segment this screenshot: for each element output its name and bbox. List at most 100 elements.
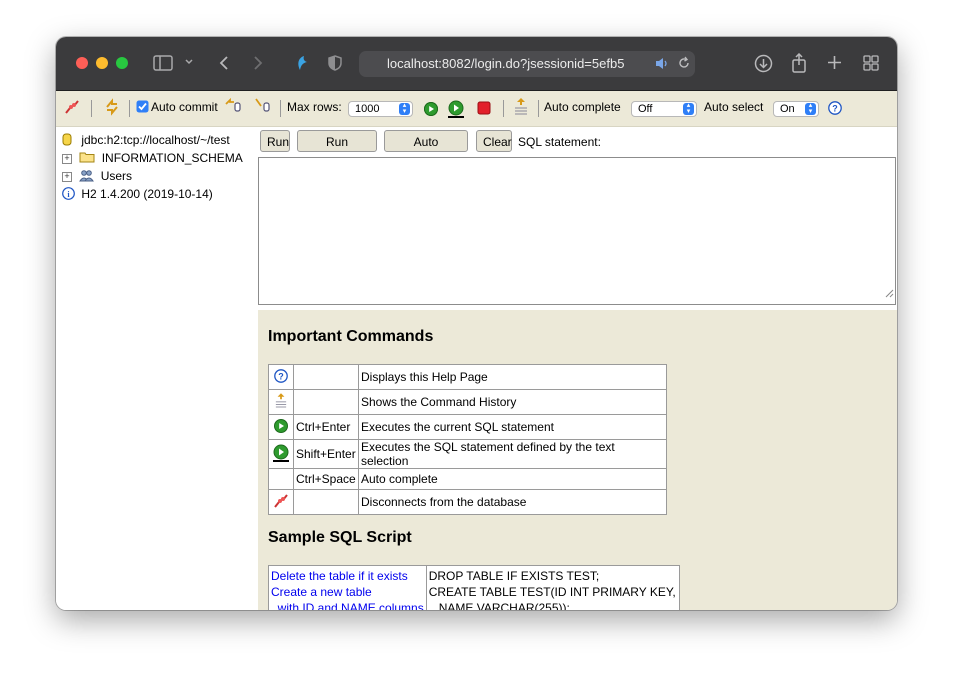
version-label: H2 1.4.200 (2019-10-14) [81, 187, 213, 201]
auto-commit-label[interactable]: Auto commit [151, 100, 218, 114]
url-text[interactable]: localhost:8082/login.do?jsessionid=5efb5 [387, 56, 642, 71]
description-cell: Displays this Help Page [358, 364, 667, 390]
sidebar-toggle-icon[interactable] [153, 55, 173, 75]
connection-label[interactable]: jdbc:h2:tcp://localhost/~/test [81, 133, 229, 147]
toolbar-separator [538, 100, 539, 117]
select-arrows-icon: ▴ ▾ [399, 102, 410, 115]
zoom-window-button[interactable] [116, 57, 128, 69]
tree-version: i H2 1.4.200 (2019-10-14) [62, 187, 213, 201]
minimize-window-button[interactable] [96, 57, 108, 69]
shortcut-cell: Shift+Enter [293, 439, 359, 469]
forward-icon[interactable] [252, 55, 264, 75]
sql-statement-label: SQL statement: [518, 135, 601, 149]
select-arrows-icon: ▴ ▾ [805, 102, 816, 115]
empty-icon-cell [268, 468, 294, 490]
rollback-icon[interactable] [254, 97, 272, 116]
auto-complete-value[interactable]: Off [638, 103, 652, 115]
tree-item-label[interactable]: Users [101, 169, 132, 183]
toolbar-separator [280, 100, 281, 117]
folder-icon [79, 151, 98, 165]
svg-text:?: ? [832, 104, 838, 114]
sample-sql-line: NAME VARCHAR(255)); [428, 601, 570, 610]
tree-item-label[interactable]: INFORMATION_SCHEMA [102, 151, 243, 165]
users-icon [79, 169, 97, 183]
max-rows-select[interactable]: 1000 ▴ ▾ [348, 101, 413, 117]
shortcut-cell [293, 489, 359, 515]
sample-link[interactable]: Create a new table [271, 585, 372, 599]
resize-handle-icon[interactable] [885, 285, 894, 303]
shortcut-cell [293, 389, 359, 415]
auto-complete-button[interactable]: Auto complete [384, 130, 468, 169]
tree-item-information-schema[interactable]: + INFORMATION_SCHEMA [62, 151, 243, 165]
help-icon: ? [268, 364, 294, 390]
select-arrows-icon: ▴ ▾ [683, 102, 694, 115]
expand-icon[interactable]: + [62, 171, 72, 182]
expand-icon[interactable]: + [62, 153, 72, 164]
max-rows-label: Max rows: [287, 100, 342, 114]
address-bar[interactable]: localhost:8082/login.do?jsessionid=5efb5 [359, 51, 695, 77]
chevron-down-icon[interactable] [184, 57, 194, 73]
help-icon[interactable]: ? [828, 101, 842, 118]
new-tab-icon[interactable] [827, 55, 842, 74]
sample-sql-cell: DROP TABLE IF EXISTS TEST; CREATE TABLE … [425, 565, 680, 610]
help-panel: Important Commands ? Displays this Help … [258, 310, 897, 610]
reload-icon[interactable] [677, 56, 691, 74]
info-icon: i [62, 187, 78, 201]
history-icon [268, 389, 294, 415]
toolbar-separator [129, 100, 130, 117]
table-row: Ctrl+Enter Executes the current SQL stat… [268, 414, 667, 440]
svg-text:?: ? [278, 371, 284, 381]
run-button[interactable]: Run [260, 130, 290, 152]
auto-complete-label: Auto complete [544, 100, 621, 114]
disconnect-icon [268, 489, 294, 515]
database-icon [62, 133, 75, 147]
auto-select-value[interactable]: On [780, 103, 795, 115]
run-selected-icon [268, 439, 294, 469]
shortcut-cell: Ctrl+Space [293, 468, 359, 490]
auto-select-select[interactable]: On ▴ ▾ [773, 101, 819, 117]
disconnect-icon[interactable] [64, 99, 80, 118]
tree-connection[interactable]: jdbc:h2:tcp://localhost/~/test [62, 133, 230, 147]
description-cell: Executes the current SQL statement [358, 414, 667, 440]
auto-complete-select[interactable]: Off ▴ ▾ [631, 101, 697, 117]
tree-item-users[interactable]: + Users [62, 169, 132, 183]
browser-window: localhost:8082/login.do?jsessionid=5efb5 [56, 37, 897, 610]
sql-editor[interactable] [258, 157, 896, 305]
auto-select-label: Auto select [704, 100, 764, 114]
commit-icon[interactable] [224, 97, 242, 116]
tab-overview-icon[interactable] [863, 55, 879, 75]
run-selected-button[interactable]: Run Selected [297, 130, 377, 169]
important-commands-heading: Important Commands [268, 328, 434, 345]
run-icon[interactable] [424, 102, 438, 116]
close-window-button[interactable] [76, 57, 88, 69]
shortcut-cell [293, 364, 359, 390]
back-icon[interactable] [218, 55, 230, 75]
stop-icon[interactable] [477, 101, 491, 118]
description-cell: Shows the Command History [358, 389, 667, 415]
table-row: ? Displays this Help Page [268, 364, 667, 390]
description-cell: Executes the SQL statement defined by th… [358, 439, 667, 469]
clear-button[interactable]: Clear [476, 130, 512, 152]
schema-tree: jdbc:h2:tcp://localhost/~/test + INFORMA… [56, 127, 256, 610]
run-selected-icon[interactable] [448, 100, 464, 121]
auto-commit-checkbox[interactable] [136, 100, 149, 116]
sample-links-cell: Delete the table if it exists Create a n… [268, 565, 427, 610]
privacy-shield-icon[interactable] [328, 55, 342, 75]
refresh-icon[interactable] [104, 98, 120, 119]
shortcut-cell: Ctrl+Enter [293, 414, 359, 440]
sample-link[interactable]: Delete the table if it exists [271, 569, 408, 583]
h2-toolbar: Auto commit Max rows: 1000 ▴ ▾ Auto compl… [56, 91, 897, 127]
max-rows-value[interactable]: 1000 [355, 103, 379, 115]
share-icon[interactable] [791, 52, 807, 77]
sql-button-bar: Run Run Selected Auto complete Clear SQL… [258, 127, 897, 169]
sample-sql-line: DROP TABLE IF EXISTS TEST; [428, 569, 600, 583]
table-row: Shift+Enter Executes the SQL statement d… [268, 439, 667, 469]
commands-table: ? Displays this Help Page Shows the Comm… [268, 364, 667, 515]
sample-sql-heading: Sample SQL Script [268, 529, 412, 546]
speaker-icon[interactable] [655, 57, 669, 75]
sample-link[interactable]: with ID and NAME columns [271, 601, 424, 610]
downloads-icon[interactable] [754, 54, 773, 77]
sample-sql-line: CREATE TABLE TEST(ID INT PRIMARY KEY, [428, 585, 676, 599]
history-icon[interactable] [514, 97, 528, 120]
run-icon [268, 414, 294, 440]
